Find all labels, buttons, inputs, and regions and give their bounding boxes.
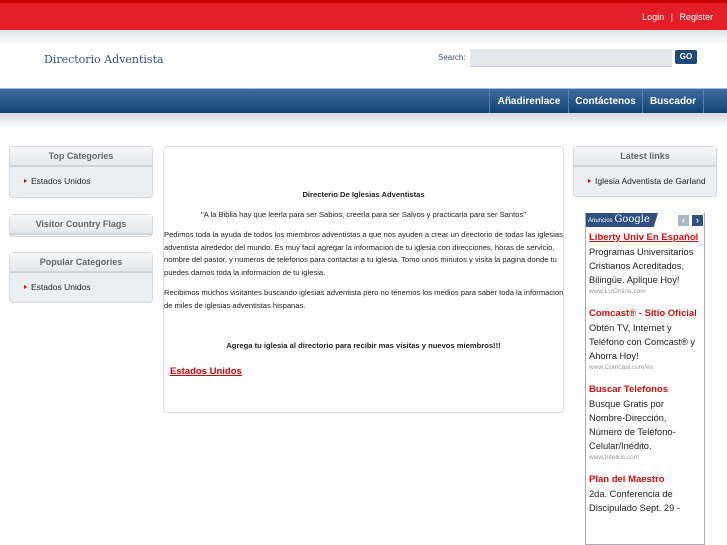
ad-item[interactable]: Plan del Maestro 2da. Conferencia de Dis… — [586, 473, 704, 515]
divider — [0, 30, 727, 45]
visitor-flags-box: Visitor Country Flags — [9, 214, 153, 237]
category-label: Estados Unidos — [31, 176, 91, 186]
category-label: Estados Unidos — [31, 282, 91, 292]
box-title: Top Categories — [10, 147, 152, 167]
ad-title[interactable]: Liberty Univ En Español — [589, 231, 701, 245]
next-arrow-icon[interactable]: › — [692, 215, 703, 226]
latest-link-label: Iglesia Adventista de Garland — [595, 176, 706, 186]
search-input[interactable] — [470, 49, 672, 67]
ad-text: Busque Gratis por Nombre-Dirección, Núme… — [589, 399, 676, 451]
google-ads: Anuncios Google ‹ › Liberty Univ En Espa… — [585, 213, 705, 545]
divider — [0, 113, 727, 128]
ad-item[interactable]: Comcast® - Sitio Oficial Obtén TV, Inter… — [586, 307, 704, 373]
ad-url[interactable]: www.Comcast.com/es — [589, 363, 701, 373]
top-bar: Login | Register — [0, 0, 727, 30]
search-label: Search: — [438, 53, 466, 62]
separator: | — [670, 12, 673, 22]
ad-item[interactable]: Buscar Telefonos Busque Gratis por Nombr… — [586, 383, 704, 463]
main-nav: Añadirenlace Contáctenos Buscador — [0, 88, 727, 114]
latest-link[interactable]: Iglesia Adventista de Garland — [574, 167, 716, 186]
quote: "A la Biblia hay que leerla para ser Sab… — [201, 210, 526, 219]
box-title: Popular Categories — [10, 253, 152, 273]
box-title: Visitor Country Flags — [10, 215, 152, 235]
google-ads-logo: Anuncios Google — [586, 213, 658, 227]
ad-item[interactable]: Liberty Univ En Español Programas Univer… — [586, 231, 704, 297]
account-links: Login | Register — [642, 12, 713, 22]
nav-contactenos[interactable]: Contáctenos — [568, 89, 642, 114]
ad-text: 2da. Conferencia de Discipulado Sept. 29… — [589, 489, 680, 513]
visitors-paragraph: Recibimos muchos visitantes buscando igl… — [164, 288, 564, 310]
ad-text: Programas Universitarios Cristianos Acre… — [589, 247, 694, 285]
cta-text: Agrega tu iglesia al directorio para rec… — [226, 341, 501, 350]
prev-arrow-icon[interactable]: ‹ — [678, 215, 689, 226]
ad-text: Obtén TV, Internet y Teléfono con Comcas… — [589, 323, 696, 361]
ad-url[interactable]: www.Intelius.com — [589, 453, 701, 463]
ad-title[interactable]: Comcast® - Sitio Oficial — [589, 307, 701, 321]
ads-header: Anuncios Google ‹ › — [586, 213, 704, 227]
top-categories-box: Top Categories Estados Unidos — [9, 146, 153, 198]
latest-links-box: Latest links Iglesia Adventista de Garla… — [573, 146, 717, 197]
main-content: Directerio De Iglesias Adventistas "A la… — [163, 146, 564, 413]
nav-buscador[interactable]: Buscador — [642, 89, 704, 114]
register-link[interactable]: Register — [679, 12, 713, 22]
intro-paragraph: Pedimos toda la ayuda de todos los miemb… — [164, 230, 563, 277]
category-link[interactable]: Estados Unidos — [10, 167, 152, 186]
category-link[interactable]: Estados Unidos — [10, 273, 152, 292]
popular-categories-box: Popular Categories Estados Unidos — [9, 252, 153, 303]
ad-title[interactable]: Buscar Telefonos — [589, 383, 701, 397]
nav-anadirenlace[interactable]: Añadirenlace — [489, 89, 568, 114]
ad-title[interactable]: Plan del Maestro — [589, 473, 701, 487]
ad-url[interactable]: www.LUOnline.com — [589, 287, 701, 297]
go-button[interactable]: GO — [675, 50, 697, 64]
box-title: Latest links — [574, 147, 716, 167]
login-link[interactable]: Login — [642, 12, 664, 22]
site-logo[interactable]: Directorio Adventista — [44, 53, 164, 66]
estados-unidos-link[interactable]: Estados Unidos — [170, 366, 242, 379]
page-title: Directerio De Iglesias Adventistas — [302, 190, 425, 199]
